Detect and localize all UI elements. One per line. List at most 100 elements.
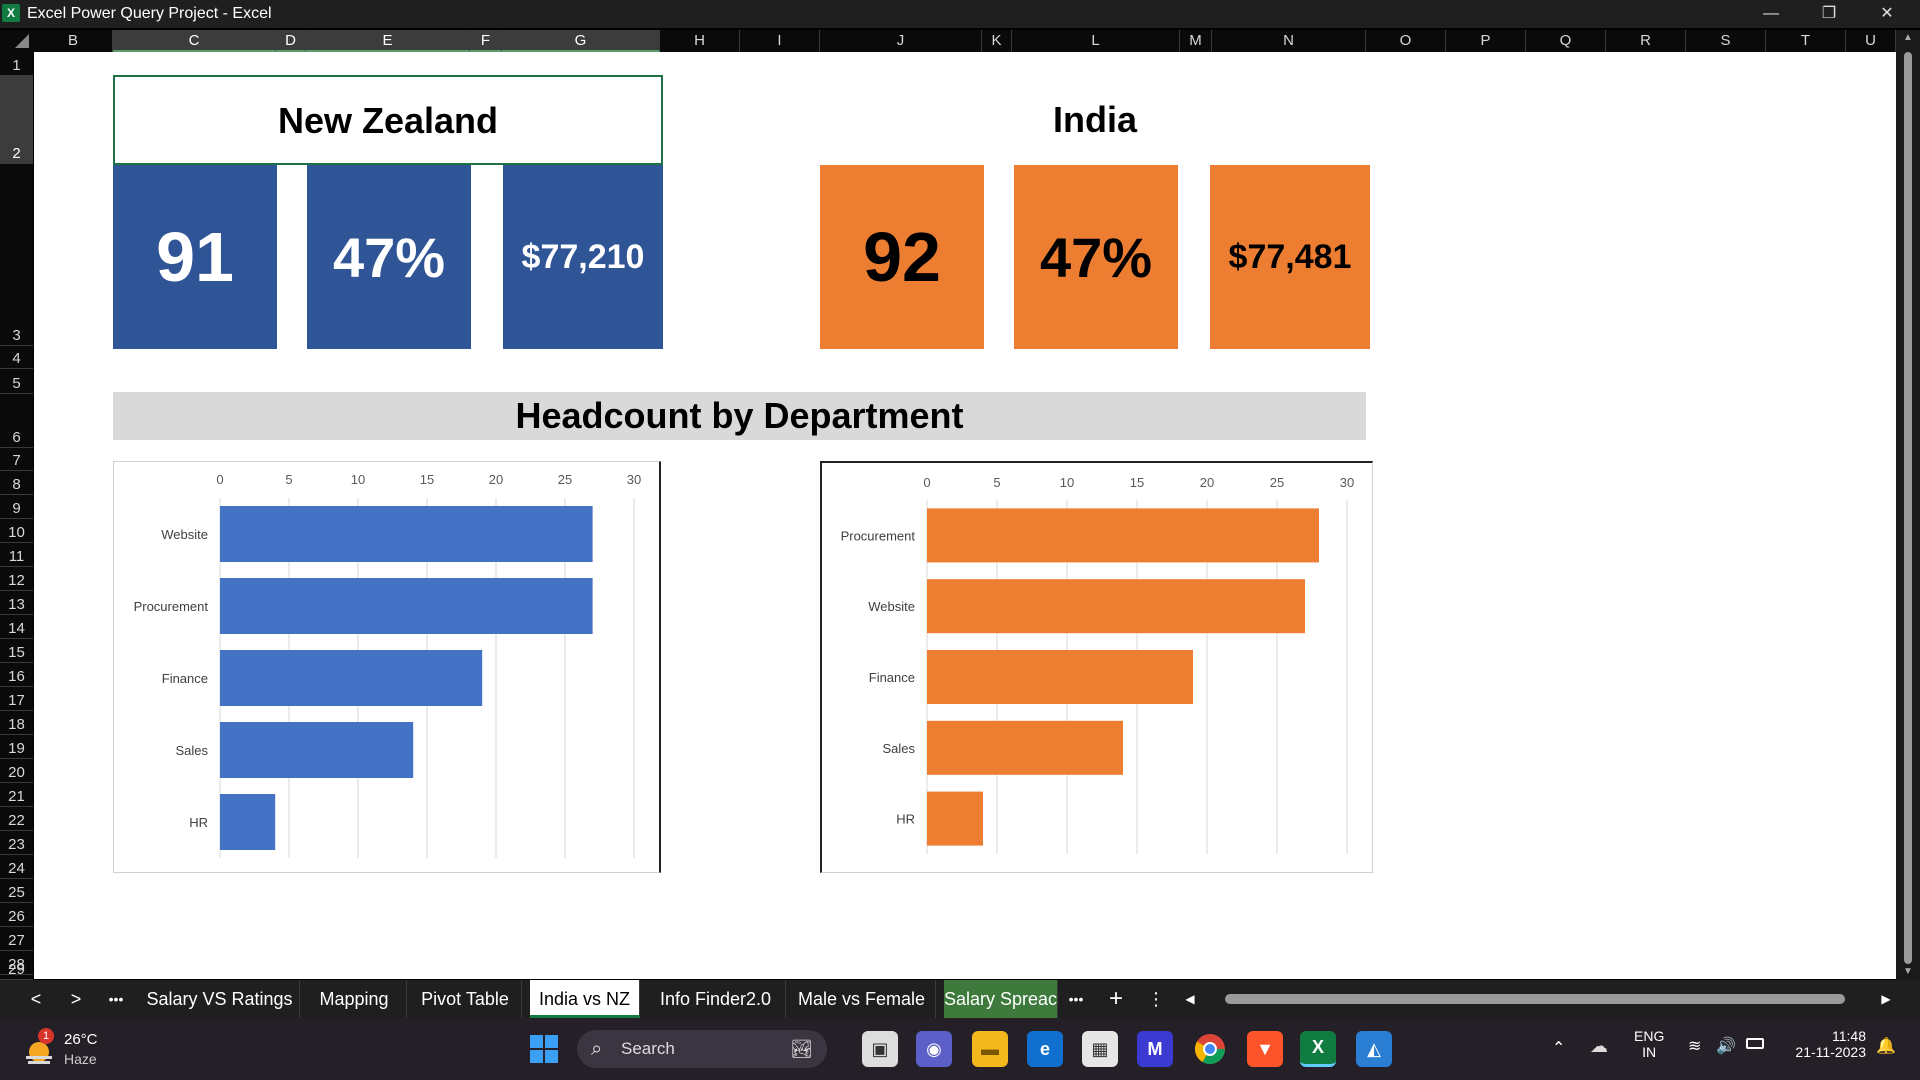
row-header-26[interactable]: 26 [0,903,33,927]
column-header-p[interactable]: P [1446,30,1526,52]
column-header-k[interactable]: K [982,30,1012,52]
row-header-7[interactable]: 7 [0,448,33,471]
tab-salary-vs-ratings[interactable]: Salary VS Ratings [140,980,300,1018]
row-header-18[interactable]: 18 [0,711,33,735]
bar-website[interactable] [220,506,593,562]
hscroll-left-icon[interactable]: ◀ [1180,980,1200,1018]
chrome-icon[interactable] [1192,1031,1228,1067]
wifi-icon[interactable]: ≋ [1688,1036,1701,1056]
column-header-i[interactable]: I [740,30,820,52]
row-header-19[interactable]: 19 [0,735,33,759]
row-header-12[interactable]: 12 [0,567,33,591]
weather-icon[interactable]: 1 [22,1028,56,1066]
column-header-t[interactable]: T [1766,30,1846,52]
row-header-9[interactable]: 9 [0,495,33,519]
column-header-q[interactable]: Q [1526,30,1606,52]
scroll-down-icon[interactable]: ▼ [1901,966,1915,977]
bar-sales[interactable] [220,722,414,778]
teams-chat-icon[interactable]: ◉ [916,1031,952,1067]
row-header-2[interactable]: 2 [0,76,33,164]
india-headcount-chart[interactable]: 0 5 10 15 20 25 30 Procurement Website Finance Sal… [820,461,1373,873]
column-header-l[interactable]: L [1012,30,1180,52]
row-header-3[interactable]: 3 [0,164,33,346]
row-header-16[interactable]: 16 [0,663,33,687]
column-header-r[interactable]: R [1606,30,1686,52]
row-header-5[interactable]: 5 [0,369,33,394]
row-header-10[interactable]: 10 [0,519,33,543]
row-header-6[interactable]: 6 [0,394,33,448]
vertical-scrollbar[interactable]: ▲ ▼ [1896,30,1920,980]
tab-pivot-table[interactable]: Pivot Table [409,980,522,1018]
column-header-s[interactable]: S [1686,30,1766,52]
column-header-j[interactable]: J [820,30,982,52]
column-header-h[interactable]: H [660,30,740,52]
row-header-8[interactable]: 8 [0,471,33,495]
row-header-23[interactable]: 23 [0,831,33,855]
bar-finance[interactable] [927,650,1193,704]
row-header-27[interactable]: 27 [0,927,33,951]
task-view-icon[interactable]: ▣ [862,1031,898,1067]
bar-website[interactable] [927,579,1305,634]
language-indicator[interactable]: ENG IN [1634,1028,1664,1060]
column-header-g[interactable]: G [502,30,660,52]
notification-bell-icon[interactable]: 🔔 [1876,1036,1896,1056]
volume-icon[interactable]: 🔊 [1716,1036,1736,1056]
tab-male-vs-female[interactable]: Male vs Female [788,980,936,1018]
add-sheet-icon[interactable]: + [1098,980,1134,1018]
bar-hr[interactable] [927,791,983,846]
close-button[interactable]: ✕ [1858,0,1916,28]
minimize-button[interactable]: — [1742,0,1800,28]
tab-salary-spread[interactable]: Salary Spreac [944,980,1058,1018]
photos-icon[interactable]: ◭ [1356,1031,1392,1067]
nz-title[interactable]: New Zealand [113,75,663,165]
column-header-e[interactable]: E [306,30,470,52]
tab-more-right-icon[interactable]: ••• [1058,980,1094,1018]
tab-mapping[interactable]: Mapping [302,980,407,1018]
row-header-17[interactable]: 17 [0,687,33,711]
row-header-11[interactable]: 11 [0,543,33,567]
column-header-o[interactable]: O [1366,30,1446,52]
battery-icon[interactable] [1746,1038,1764,1049]
file-explorer-icon[interactable]: ▬ [972,1031,1008,1067]
row-header-22[interactable]: 22 [0,807,33,831]
bar-hr[interactable] [220,794,276,850]
india-title[interactable]: India [820,75,1370,165]
column-header-d[interactable]: D [276,30,306,52]
microsoft-store-icon[interactable]: ▦ [1082,1031,1118,1067]
excel-taskbar-icon[interactable]: X [1300,1031,1336,1067]
row-header-4[interactable]: 4 [0,346,33,369]
tab-india-vs-nz[interactable]: India vs NZ [530,980,640,1018]
bar-procurement[interactable] [927,508,1319,563]
sheet-options-icon[interactable]: ⋮ [1138,980,1174,1018]
hscroll-right-icon[interactable]: ▶ [1876,980,1896,1018]
bar-sales[interactable] [927,720,1123,775]
row-header-13[interactable]: 13 [0,591,33,615]
tray-overflow-icon[interactable]: ⌃ [1552,1038,1565,1058]
horizontal-scroll-thumb[interactable] [1225,994,1845,1004]
edge-icon[interactable]: e [1027,1031,1063,1067]
restore-button[interactable]: ❐ [1800,0,1858,28]
worksheet-grid[interactable]: New Zealand 91 47% $77,210 India 92 47% … [34,52,1896,979]
bar-procurement[interactable] [220,578,593,634]
brave-icon[interactable]: ▼ [1247,1031,1283,1067]
row-header-25[interactable]: 25 [0,879,33,903]
vertical-scroll-thumb[interactable] [1904,52,1912,964]
start-windows-icon[interactable] [526,1031,562,1067]
scroll-up-icon[interactable]: ▲ [1901,32,1915,43]
tab-more-left-icon[interactable]: ••• [98,980,134,1018]
bar-finance[interactable] [220,650,483,706]
column-header-n[interactable]: N [1212,30,1366,52]
tab-nav-prev-icon[interactable]: < [18,980,54,1018]
tab-nav-next-icon[interactable]: > [58,980,94,1018]
column-header-b[interactable]: B [34,30,113,52]
nz-headcount-chart[interactable]: 0 5 10 15 20 25 30 Website Procurement Finance Sal… [113,461,661,873]
app-m-icon[interactable]: M [1137,1031,1173,1067]
row-header-15[interactable]: 15 [0,639,33,663]
taskbar-search[interactable]: ⌕ Search 🏞 [577,1030,827,1068]
column-header-f[interactable]: F [470,30,502,52]
clock[interactable]: 11:48 21-11-2023 [1786,1028,1866,1060]
tab-info-finder[interactable]: Info Finder2.0 [646,980,786,1018]
onedrive-icon[interactable]: ☁ [1590,1036,1608,1057]
column-header-c[interactable]: C [113,30,276,52]
row-header-21[interactable]: 21 [0,783,33,807]
